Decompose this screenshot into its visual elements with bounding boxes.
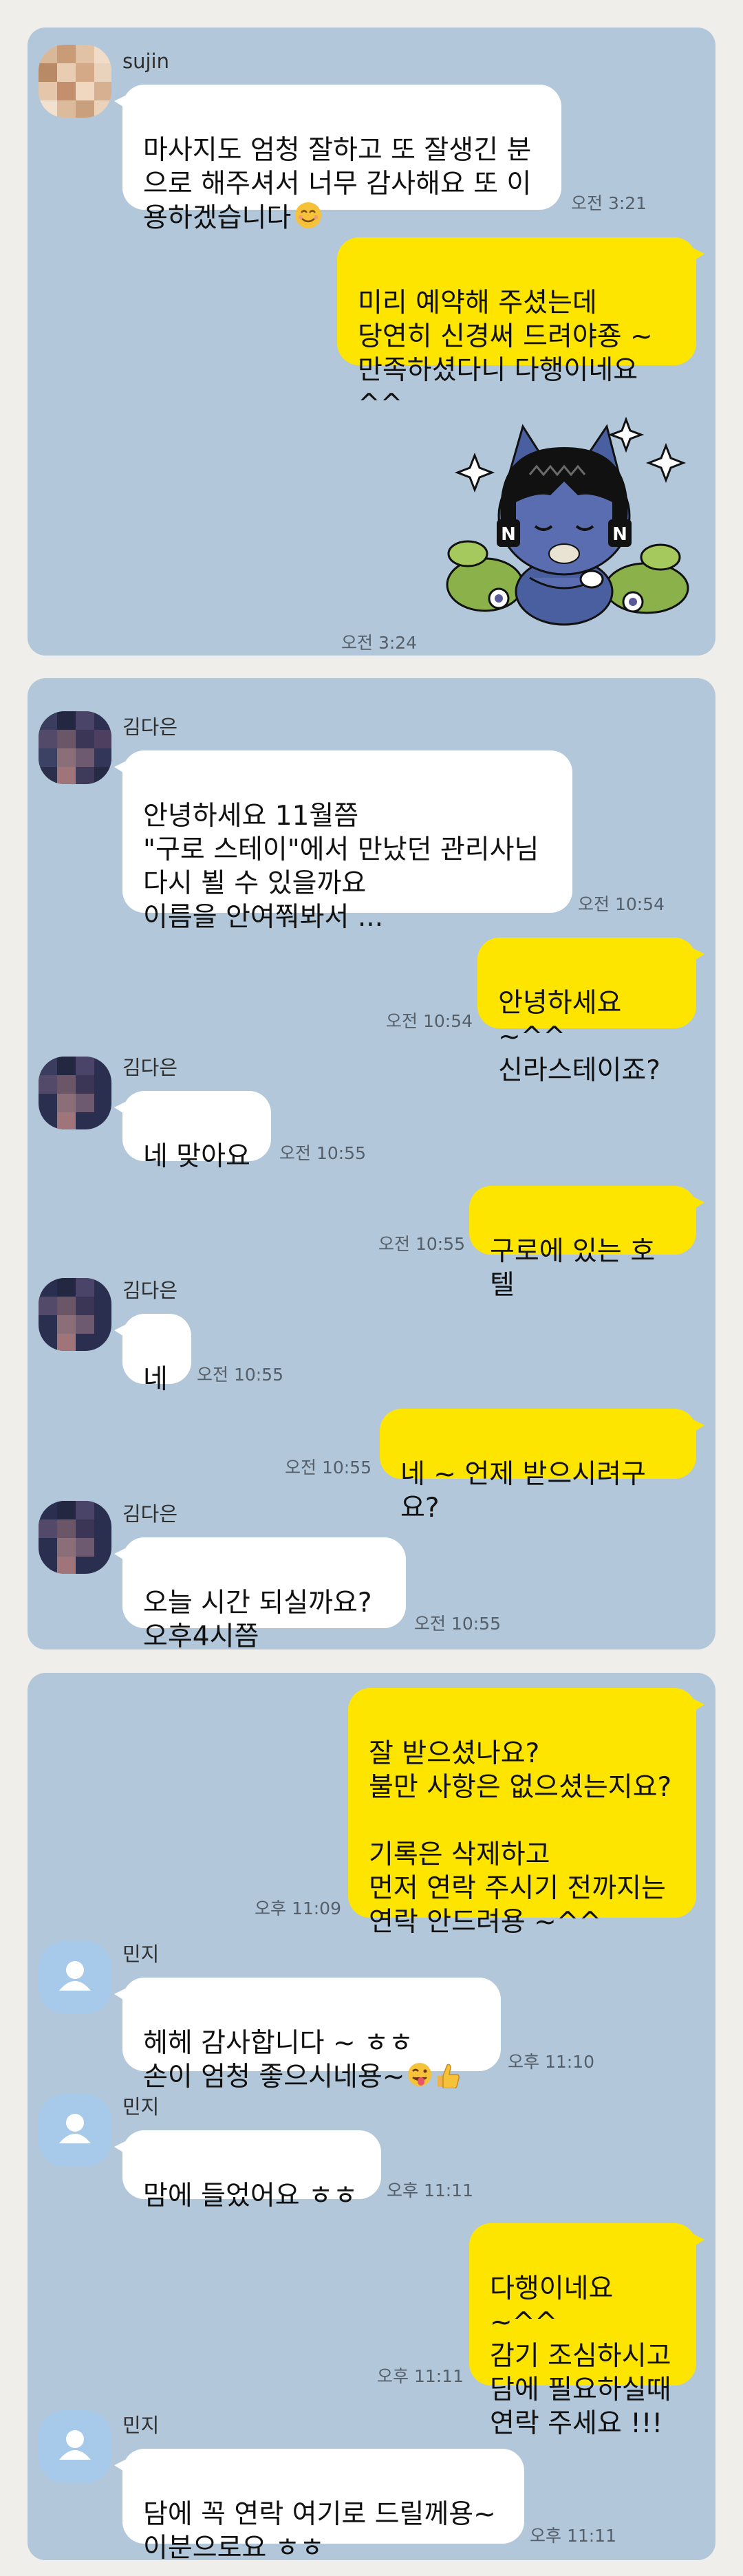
pixelated-profile-photo-icon — [39, 1278, 111, 1351]
chat-panel-1: sujin 마사지도 엄청 잘하고 또 잘생긴 분 으로 해주셔서 너무 감사해… — [28, 28, 715, 656]
sender-name: 김다은 — [122, 1502, 178, 1526]
message-time: 오전 10:55 — [197, 1365, 283, 1385]
message-time: 오전 10:54 — [578, 894, 665, 914]
message-time: 오전 10:55 — [285, 1458, 372, 1478]
default-profile-icon — [39, 2410, 111, 2483]
svg-text:N: N — [501, 524, 516, 545]
message-text: 네 ~ 언제 받으시려구요? — [400, 1459, 646, 1524]
message-bubble[interactable]: 다행이네요 ~^^ 감기 조심하시고 담에 필요하실때 연락 주세요 !!! — [469, 2223, 704, 2439]
avatar-kim-daeun[interactable] — [39, 1278, 111, 1351]
message-time: 오후 11:11 — [377, 2366, 464, 2386]
message-text: 헤헤 감사합니다 ~ ㅎㅎ 손이 엄청 좋으시네용~ — [143, 2028, 413, 2092]
winking-tongue-thumbs-up-icon — [407, 2061, 460, 2097]
avatar-kim-daeun[interactable] — [39, 1057, 111, 1129]
message-time: 오전 3:21 — [571, 193, 647, 213]
message-time: 오전 10:55 — [414, 1614, 501, 1634]
message-time: 오전 10:55 — [279, 1143, 366, 1163]
message-time: 오전 10:55 — [378, 1234, 465, 1254]
sender-name: 김다은 — [122, 1279, 178, 1302]
message-bubble[interactable]: 잘 받으셨나요? 불만 사항은 없으셨는지요? 기록은 삭제하고 먼저 연락 주… — [348, 1688, 704, 1938]
pixelated-profile-photo-icon — [39, 711, 111, 784]
message-bubble[interactable]: 구로에 있는 호텔 — [469, 1186, 704, 1301]
chat-panel-2: 김다은 안녕하세요 11월쯤 "구로 스테이"에서 만났던 관리사님 다시 뵐 … — [28, 678, 715, 1649]
message-bubble[interactable]: 네 맞아요 — [114, 1091, 271, 1172]
message-text: 잘 받으셨나요? 불만 사항은 없으셨는지요? 기록은 삭제하고 먼저 연락 주… — [369, 1738, 672, 1938]
message-time: 오후 11:09 — [255, 1898, 341, 1918]
avatar-sujin[interactable] — [39, 45, 111, 118]
sender-name: 김다은 — [122, 1056, 178, 1079]
message-text: 네 맞아요 — [143, 1141, 250, 1172]
message-text: 안녕하세요 ~^^ 신라스테이죠? — [498, 988, 660, 1086]
message-text: 다행이네요 ~^^ 감기 조심하시고 담에 필요하실때 연락 주세요 !!! — [490, 2273, 671, 2439]
sender-name: 민지 — [122, 2095, 160, 2119]
sender-name: 김다은 — [122, 715, 178, 739]
message-time: 오후 11:11 — [530, 2526, 616, 2546]
sender-name: 민지 — [122, 1942, 160, 1966]
message-text: 안녕하세요 11월쯤 "구로 스테이"에서 만났던 관리사님 다시 뵐 수 있을… — [143, 801, 539, 933]
message-bubble[interactable]: 네 ~ 언제 받으시려구요? — [380, 1409, 704, 1524]
pixelated-profile-photo-icon — [39, 1057, 111, 1129]
smiling-face-icon — [294, 201, 323, 238]
sender-name: 민지 — [122, 2414, 160, 2437]
avatar-minji[interactable] — [39, 1941, 111, 2014]
message-text: 오늘 시간 되실까요? 오후4시쯤 — [143, 1588, 372, 1649]
svg-text:N: N — [612, 524, 627, 545]
chat-panel-3: 잘 받으셨나요? 불만 사항은 없으셨는지요? 기록은 삭제하고 먼저 연락 주… — [28, 1673, 715, 2560]
message-text: 맘에 들었어요 ㅎㅎ — [143, 2180, 358, 2211]
message-time: 오후 11:10 — [508, 2052, 594, 2072]
message-text: 담에 꼭 연락 여기로 드릴께용~ 이분으로요 ㅎㅎ — [143, 2499, 496, 2560]
message-bubble[interactable]: 미리 예약해 주셨는데 당연히 신경써 드려야죵 ~ 만족하셨다니 다행이네요 … — [337, 237, 704, 420]
message-bubble[interactable]: 안녕하세요 ~^^ 신라스테이죠? — [477, 938, 704, 1086]
message-bubble[interactable]: 마사지도 엄청 잘하고 또 잘생긴 분 으로 해주셔서 너무 감사해요 또 이 … — [114, 85, 561, 234]
pixelated-profile-photo-icon — [39, 45, 111, 118]
message-time: 오전 3:24 — [341, 633, 418, 653]
message-bubble[interactable]: 맘에 들었어요 ㅎㅎ — [114, 2130, 381, 2211]
sender-name: sujin — [122, 50, 169, 73]
pixelated-profile-photo-icon — [39, 1501, 111, 1574]
message-bubble[interactable]: 헤헤 감사합니다 ~ ㅎㅎ 손이 엄청 좋으시네용~ — [114, 1978, 501, 2092]
avatar-kim-daeun[interactable] — [39, 1501, 111, 1574]
message-time: 오후 11:11 — [387, 2180, 473, 2200]
message-text: 네 — [143, 1364, 168, 1395]
sticker-message[interactable]: N N — [427, 399, 702, 633]
message-bubble[interactable]: 오늘 시간 되실까요? 오후4시쯤 — [114, 1537, 406, 1649]
message-time: 오전 10:54 — [386, 1011, 473, 1031]
avatar-kim-daeun[interactable] — [39, 711, 111, 784]
avatar-minji[interactable] — [39, 2410, 111, 2483]
default-profile-icon — [39, 1941, 111, 2014]
message-bubble[interactable]: 담에 꼭 연락 여기로 드릴께용~ 이분으로요 ㅎㅎ — [114, 2449, 524, 2560]
message-bubble[interactable]: 안녕하세요 11월쯤 "구로 스테이"에서 만났던 관리사님 다시 뵐 수 있을… — [114, 750, 572, 933]
message-bubble[interactable]: 네 — [114, 1314, 191, 1395]
default-profile-icon — [39, 2094, 111, 2167]
message-text: 구로에 있는 호텔 — [490, 1236, 656, 1301]
message-text: 마사지도 엄청 잘하고 또 잘생긴 분 으로 해주셔서 너무 감사해요 또 이 … — [143, 135, 532, 234]
avatar-minji[interactable] — [39, 2094, 111, 2167]
kakao-neo-sticker-icon: N N — [446, 416, 689, 626]
